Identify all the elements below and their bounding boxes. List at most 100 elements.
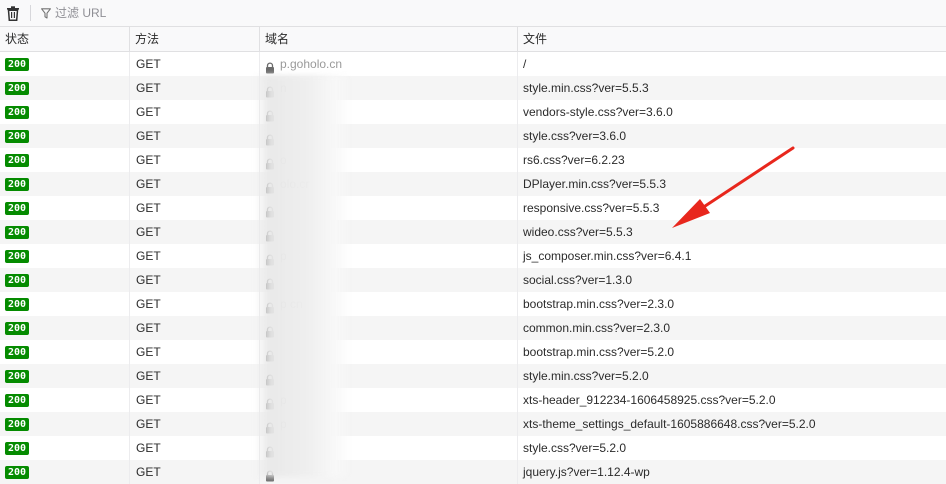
file-cell: rs6.css?ver=6.2.23 [523, 153, 625, 167]
file-cell: responsive.css?ver=5.5.3 [523, 201, 660, 215]
file-cell: bootstrap.min.css?ver=2.3.0 [523, 297, 675, 311]
table-row[interactable]: 200 GET style.css?ver=5.2.0 [0, 436, 946, 460]
method-cell: GET [130, 76, 260, 100]
column-header-file[interactable]: 文件 [518, 27, 946, 51]
method-cell: GET [130, 388, 260, 412]
column-header-method[interactable]: 方法 [130, 27, 260, 51]
domain-cell [260, 196, 518, 220]
method-cell: GET [130, 340, 260, 364]
domain-cell [260, 436, 518, 460]
status-cell: 200 [0, 148, 130, 172]
lock-icon [265, 466, 275, 482]
domain-text: p [280, 393, 287, 407]
trash-icon[interactable] [0, 0, 26, 26]
file-cell: style.min.css?ver=5.5.3 [523, 81, 649, 95]
domain-text: olo.cr [280, 177, 310, 191]
method-cell: GET [130, 172, 260, 196]
file-cell: style.css?ver=5.2.0 [523, 441, 627, 455]
table-row[interactable]: 200 GET style.min.css?ver=5.2.0 [0, 364, 946, 388]
table-row[interactable]: 200 GET vendors-style.css?ver=3.6.0 [0, 100, 946, 124]
status-badge: 200 [5, 154, 30, 168]
column-header-status[interactable]: 状态 [0, 27, 130, 51]
status-cell: 200 [0, 340, 130, 364]
file-cell: social.css?ver=1.3.0 [523, 273, 633, 287]
status-cell: 200 [0, 460, 130, 484]
status-cell: 200 [0, 100, 130, 124]
table-row[interactable]: 200 GET o rs6.css?ver=6.2.23 [0, 148, 946, 172]
status-badge: 200 [5, 394, 30, 408]
domain-text: p [280, 417, 287, 431]
domain-cell: p [260, 388, 518, 412]
status-cell: 200 [0, 268, 130, 292]
file-cell: jquery.js?ver=1.12.4-wp [523, 465, 650, 479]
request-table-header: 状态 方法 域名 文件 [0, 27, 946, 52]
table-row[interactable]: 200 GET p cn bootstrap.min.css?ver=2.3.0 [0, 292, 946, 316]
toolbar-separator [30, 5, 31, 21]
domain-cell [260, 268, 518, 292]
status-cell: 200 [0, 436, 130, 460]
lock-icon [265, 298, 275, 314]
method-cell: GET [130, 52, 260, 76]
table-row[interactable]: 200 GET p.goholo.cn / [0, 52, 946, 76]
table-row[interactable]: 200 GET p xts-theme_settings_default-160588… [0, 412, 946, 436]
domain-cell [260, 340, 518, 364]
status-badge: 200 [5, 418, 30, 432]
status-badge: 200 [5, 298, 30, 312]
lock-icon [265, 442, 275, 458]
status-badge: 200 [5, 346, 30, 360]
domain-text: o [280, 153, 287, 167]
lock-icon [265, 202, 275, 218]
method-cell: GET [130, 244, 260, 268]
status-badge: 200 [5, 58, 30, 72]
column-header-domain[interactable]: 域名 [260, 27, 518, 51]
status-badge: 200 [5, 370, 30, 384]
request-list: 200 GET p.goholo.cn / 200 GET n style.min.css?v… [0, 52, 946, 484]
file-cell: xts-theme_settings_default-1605886648.cs… [523, 417, 816, 431]
table-row[interactable]: 200 GET bootstrap.min.css?ver=5.2.0 [0, 340, 946, 364]
domain-cell: p cn [260, 292, 518, 316]
table-row[interactable]: 200 GET wideo.css?ver=5.5.3 [0, 220, 946, 244]
status-cell: 200 [0, 364, 130, 388]
file-cell: style.css?ver=3.6.0 [523, 129, 627, 143]
domain-text: p [280, 249, 287, 263]
table-row[interactable]: 200 GET n style.min.css?ver=5.5.3 [0, 76, 946, 100]
file-cell: wideo.css?ver=5.5.3 [523, 225, 633, 239]
domain-cell: p [260, 244, 518, 268]
status-cell: 200 [0, 244, 130, 268]
file-cell: xts-header_912234-1606458925.css?ver=5.2… [523, 393, 776, 407]
domain-text: p.goholo.cn [280, 57, 343, 71]
status-badge: 200 [5, 202, 30, 216]
status-badge: 200 [5, 466, 30, 480]
filter-url-field[interactable] [35, 2, 921, 24]
domain-text: n [280, 81, 287, 95]
method-cell: GET [130, 148, 260, 172]
domain-text: p cn [280, 297, 303, 311]
lock-icon [265, 346, 275, 362]
status-cell: 200 [0, 124, 130, 148]
lock-icon [265, 82, 275, 98]
lock-icon [265, 370, 275, 386]
method-cell: GET [130, 100, 260, 124]
status-cell: 200 [0, 196, 130, 220]
table-row[interactable]: 200 GET jquery.js?ver=1.12.4-wp [0, 460, 946, 484]
table-row[interactable]: 200 GET style.css?ver=3.6.0 [0, 124, 946, 148]
method-cell: GET [130, 292, 260, 316]
table-row[interactable]: 200 GET social.css?ver=1.3.0 [0, 268, 946, 292]
status-badge: 200 [5, 226, 30, 240]
status-badge: 200 [5, 250, 30, 264]
status-cell: 200 [0, 220, 130, 244]
table-row[interactable]: 200 GET responsive.css?ver=5.5.3 [0, 196, 946, 220]
domain-cell [260, 100, 518, 124]
status-cell: 200 [0, 412, 130, 436]
status-badge: 200 [5, 82, 30, 96]
table-row[interactable]: 200 GET p js_composer.min.css?ver=6.4.1 [0, 244, 946, 268]
table-row[interactable]: 200 GET common.min.css?ver=2.3.0 [0, 316, 946, 340]
table-row[interactable]: 200 GET olo.cr DPlayer.min.css?ver=5.5.3 [0, 172, 946, 196]
method-cell: GET [130, 460, 260, 484]
file-cell: vendors-style.css?ver=3.6.0 [523, 105, 673, 119]
lock-icon [265, 394, 275, 410]
method-cell: GET [130, 316, 260, 340]
file-cell: / [523, 57, 527, 71]
filter-url-input[interactable] [51, 2, 357, 24]
table-row[interactable]: 200 GET p xts-header_912234-1606458925.css?… [0, 388, 946, 412]
